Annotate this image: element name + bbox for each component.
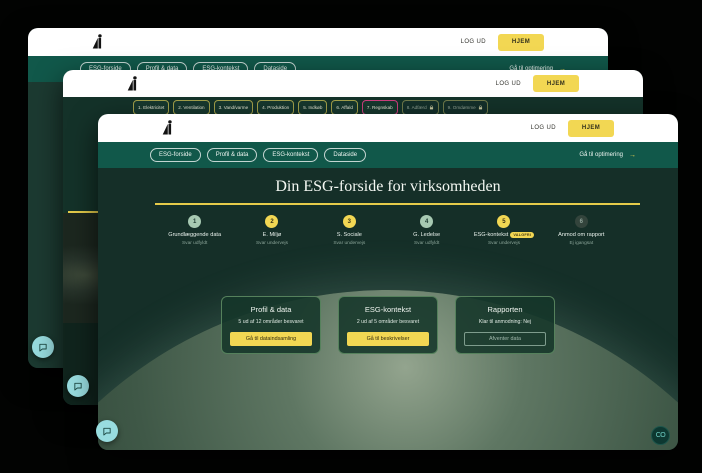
front-topbar: LOG UD HJEM — [98, 114, 678, 142]
mid-topbar: LOG UD HJEM — [63, 70, 643, 97]
step-miljo[interactable]: 2 E. Miljø Svar undervejs — [233, 215, 310, 246]
card-profil-data: Profil & data 5 ud af 12 områder besvare… — [221, 296, 321, 354]
step-number: 5 — [497, 215, 510, 228]
chat-button[interactable] — [67, 375, 89, 397]
step-anmod-om-rapport[interactable]: 6 Anmod om rapport Ej igangsat — [543, 215, 620, 246]
title-underline — [155, 203, 640, 205]
tab-label: 8. Adfærd — [407, 105, 427, 110]
step-label: E. Miljø — [263, 232, 282, 238]
app-logo-icon — [92, 34, 105, 50]
step-label: G. Ledelse — [413, 232, 440, 238]
tab-ventilation[interactable]: 2. Ventilation — [173, 100, 209, 115]
card-subtitle: Klar til anmodning: Nej — [479, 319, 531, 325]
step-number: 3 — [343, 215, 356, 228]
nav-item-esg-kontekst[interactable]: ESG-kontekst — [263, 148, 318, 162]
logout-button[interactable]: LOG UD — [496, 81, 521, 87]
awaiting-data-button[interactable]: Afventer data — [464, 332, 546, 346]
card-title: Rapporten — [487, 305, 522, 314]
card-subtitle: 2 ud af 5 områder besvaret — [357, 319, 419, 325]
summary-cards: Profil & data 5 ud af 12 områder besvare… — [98, 296, 678, 354]
step-status: Svar undervejs — [256, 241, 288, 246]
optional-badge: VALGFRI — [510, 232, 534, 238]
chat-bubble-icon — [38, 342, 48, 353]
step-label: ESG-kontekst — [474, 232, 509, 238]
tab-elektricitet[interactable]: 1. Elektricitet — [133, 100, 169, 115]
front-window-content: Din ESG-forside for virksomheden 1 Grund… — [98, 168, 678, 450]
back-topbar: LOG UD HJEM — [28, 28, 608, 56]
tab-indkob[interactable]: 5. Indkøb — [298, 100, 327, 115]
step-ledelse[interactable]: 4 G. Ledelse Svar udfyldt — [388, 215, 465, 246]
go-to-descriptions-button[interactable]: Gå til beskrivelser — [347, 332, 429, 346]
optimize-label: Gå til optimering — [579, 152, 623, 158]
chat-button[interactable] — [32, 336, 54, 358]
data-category-tabs: 1. Elektricitet 2. Ventilation 3. Vand/v… — [133, 100, 643, 115]
go-to-optimization-link[interactable]: Gå til optimering → — [573, 151, 642, 160]
tab-affald[interactable]: 6. Affald — [331, 100, 358, 115]
card-rapporten: Rapporten Klar til anmodning: Nej Afvent… — [455, 296, 555, 354]
front-topbar-actions: LOG UD HJEM — [531, 120, 656, 137]
home-button[interactable]: HJEM — [568, 120, 614, 137]
tab-vand-varme[interactable]: 3. Vand/varme — [214, 100, 254, 115]
tab-produktion[interactable]: 4. Produktion — [257, 100, 294, 115]
tab-label: 9. Omdømme — [448, 105, 476, 110]
esg-progress-stepper: 1 Grundlæggende data Svar udfyldt 2 E. M… — [98, 215, 678, 246]
lock-icon — [429, 105, 434, 110]
home-button[interactable]: HJEM — [533, 75, 579, 92]
nav-item-dataside[interactable]: Dataside — [324, 148, 366, 162]
step-number: 6 — [575, 215, 588, 228]
window-front: LOG UD HJEM ESG-forside Profil & data ES… — [98, 114, 678, 450]
app-logo-icon — [127, 76, 140, 92]
front-navbar: ESG-forside Profil & data ESG-kontekst D… — [98, 142, 678, 168]
step-grundlaeggende-data[interactable]: 1 Grundlæggende data Svar udfyldt — [156, 215, 233, 246]
logout-button[interactable]: LOG UD — [461, 39, 486, 45]
app-logo-icon — [162, 120, 175, 136]
back-topbar-actions: LOG UD HJEM — [461, 34, 586, 51]
step-label: Anmod om rapport — [558, 232, 604, 238]
step-label: S. Sociale — [337, 232, 362, 238]
step-status: Svar udfyldt — [414, 241, 439, 246]
chat-button[interactable] — [96, 420, 118, 442]
card-esg-kontekst: ESG-kontekst 2 ud af 5 områder besvaret … — [338, 296, 438, 354]
chat-bubble-icon — [102, 426, 112, 437]
chat-bubble-icon — [73, 381, 83, 392]
arrow-right-icon: → — [629, 152, 636, 159]
home-button[interactable]: HJEM — [498, 34, 544, 51]
step-status: Svar undervejs — [488, 241, 520, 246]
step-status: Ej igangsat — [569, 241, 593, 246]
tab-adfaerd[interactable]: 8. Adfærd — [402, 100, 439, 115]
step-esg-kontekst[interactable]: 5 ESG-kontekst VALGFRI Svar undervejs — [465, 215, 542, 246]
co-logo-badge[interactable]: CO — [651, 426, 670, 445]
lock-icon — [478, 105, 483, 110]
card-subtitle: 5 ud af 12 områder besvaret — [238, 319, 303, 325]
step-number: 2 — [265, 215, 278, 228]
card-title: Profil & data — [251, 305, 292, 314]
tab-omdomme[interactable]: 9. Omdømme — [443, 100, 488, 115]
nav-item-profil-data[interactable]: Profil & data — [207, 148, 258, 162]
page-title: Din ESG-forside for virksomheden — [98, 178, 678, 196]
step-status: Svar udfyldt — [182, 241, 207, 246]
logout-button[interactable]: LOG UD — [531, 125, 556, 131]
tab-regnskab[interactable]: 7. Regnskab — [362, 100, 398, 115]
step-status: Svar undervejs — [333, 241, 365, 246]
card-title: ESG-kontekst — [365, 305, 411, 314]
go-to-data-collection-button[interactable]: Gå til dataindsamling — [230, 332, 312, 346]
desktop-background: LOG UD HJEM ESG-forside Profil & data ES… — [0, 0, 702, 473]
nav-item-esg-forside[interactable]: ESG-forside — [150, 148, 201, 162]
step-label: Grundlæggende data — [168, 232, 221, 238]
step-number: 4 — [420, 215, 433, 228]
mid-topbar-actions: LOG UD HJEM — [496, 75, 621, 92]
step-number: 1 — [188, 215, 201, 228]
step-sociale[interactable]: 3 S. Sociale Svar undervejs — [311, 215, 388, 246]
